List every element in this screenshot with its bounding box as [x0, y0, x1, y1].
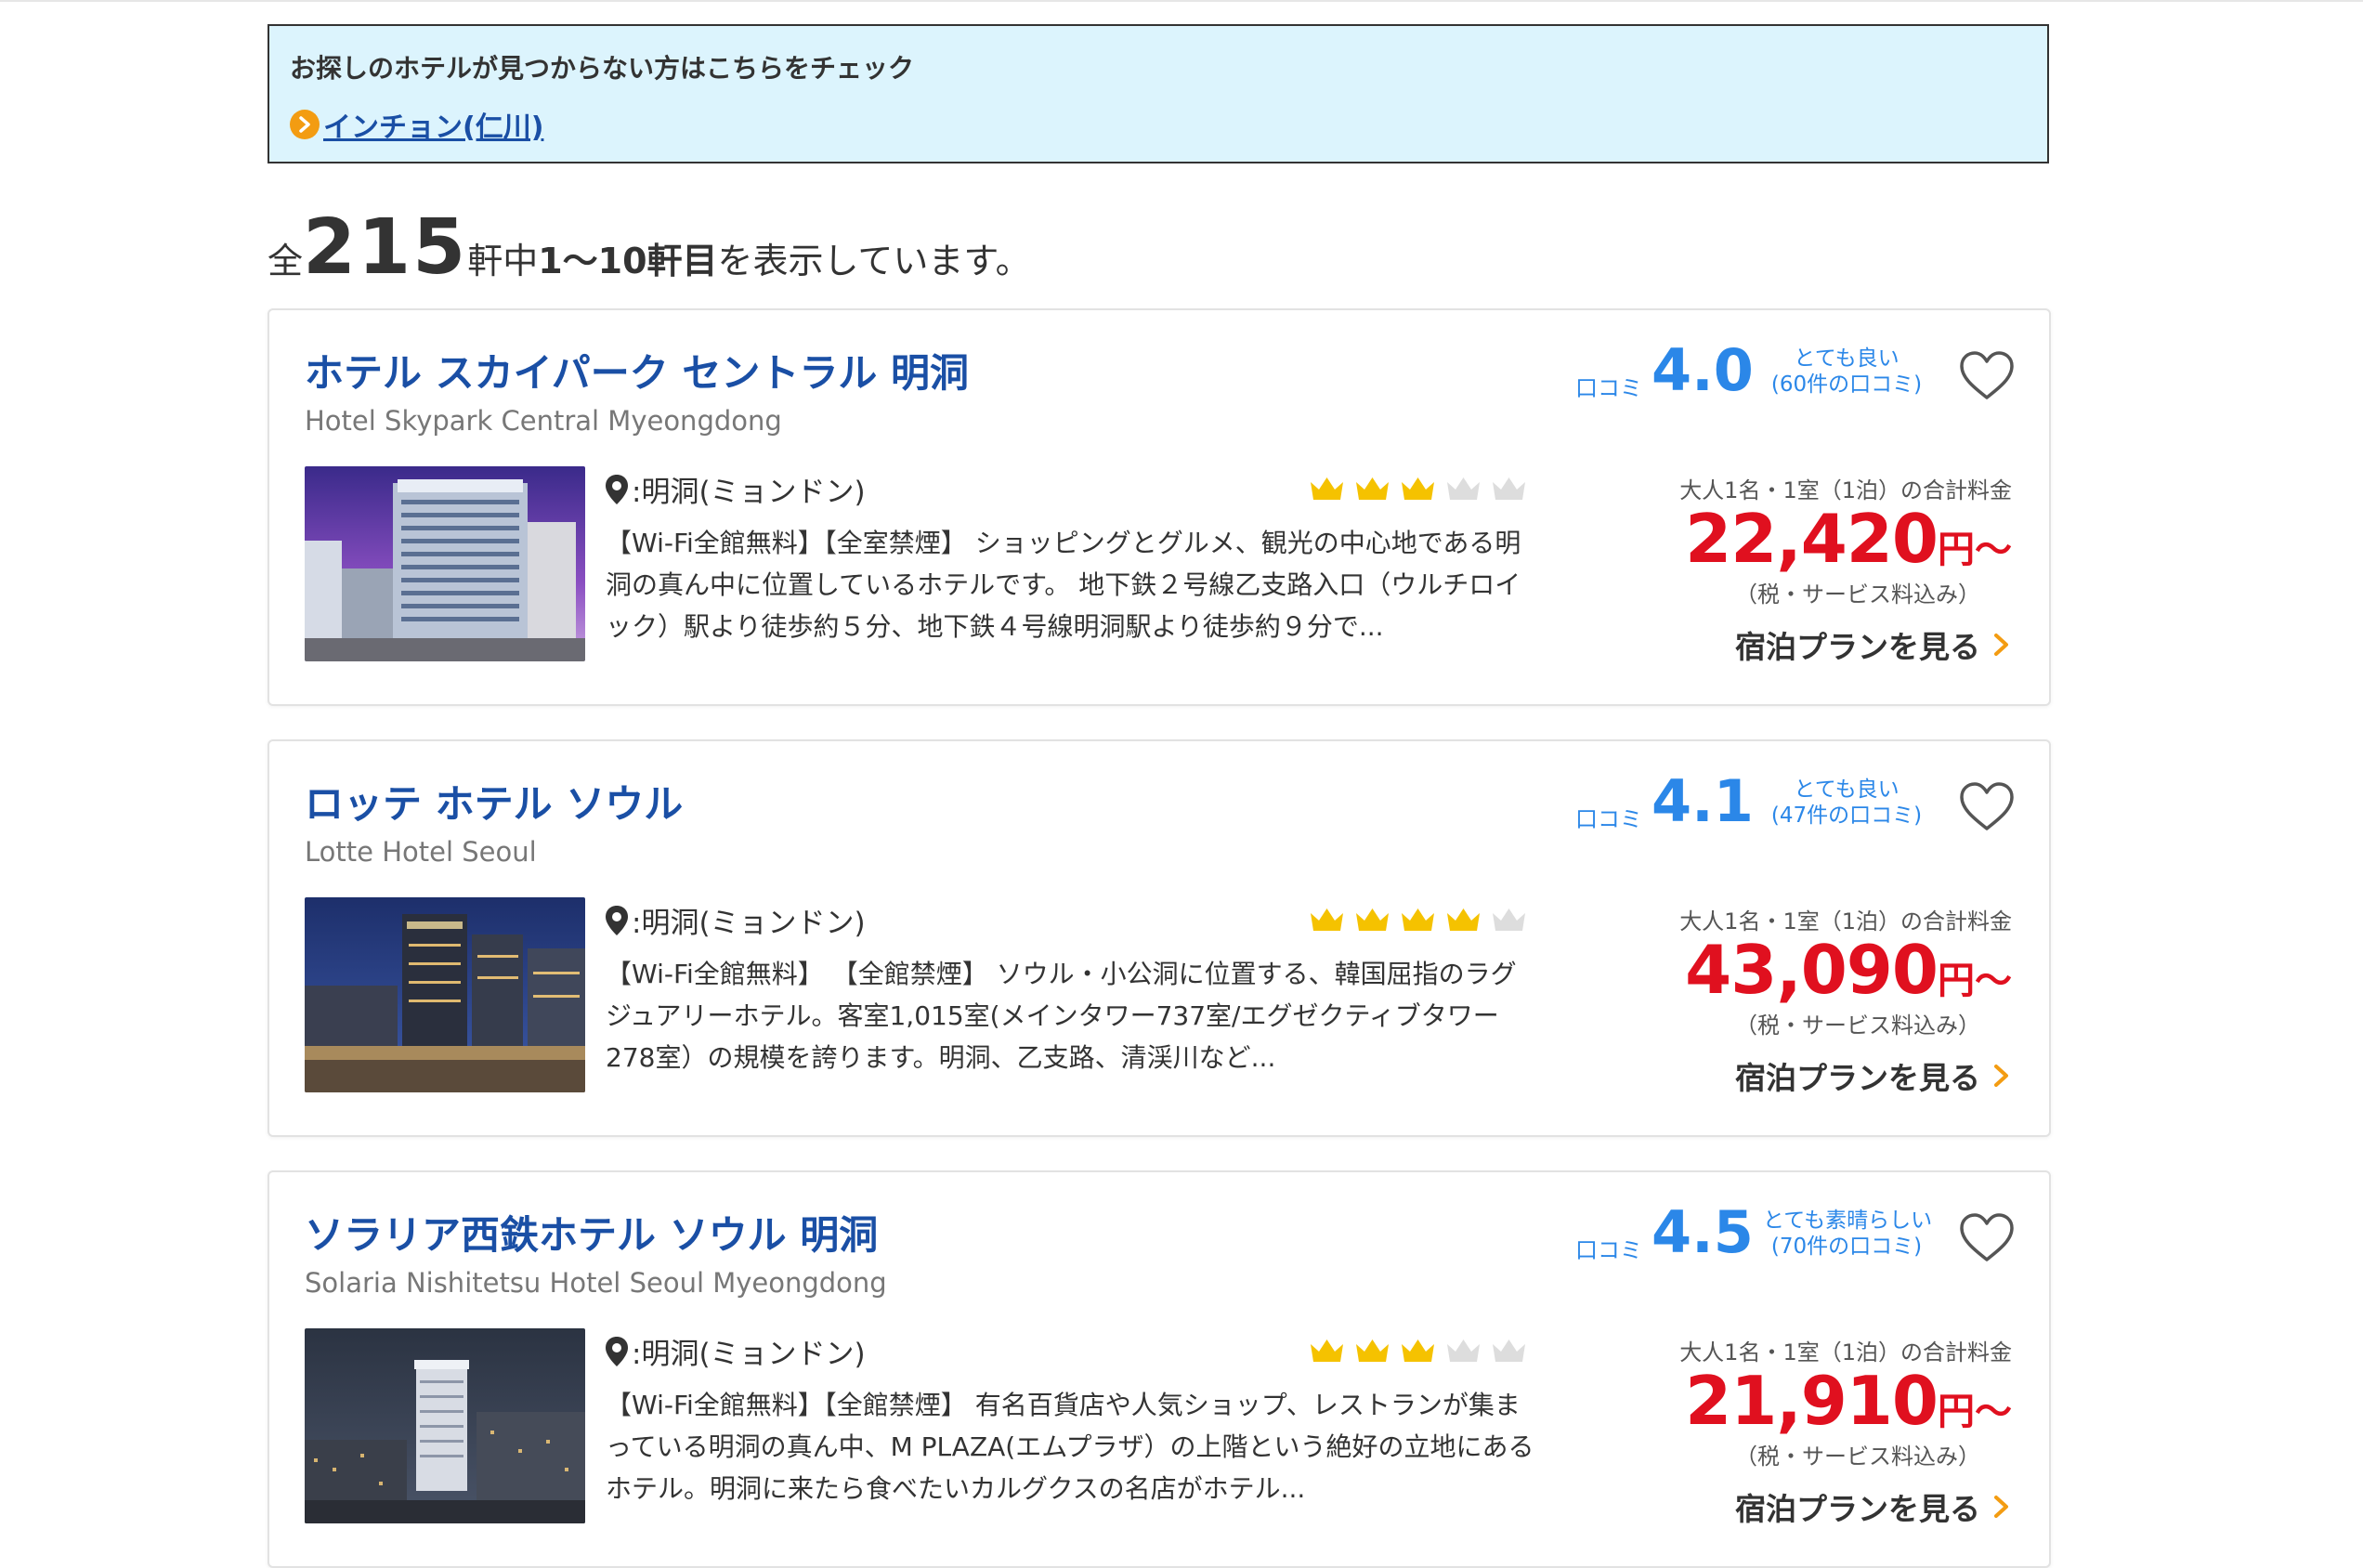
price-amount: 43,090	[1685, 931, 1939, 1009]
crown-icon	[1356, 1339, 1389, 1362]
hotel-card[interactable]: ロッテ ホテル ソウル Lotte Hotel Seoul 口コミ 4.1 とて…	[268, 739, 2051, 1137]
result-count-range: 1〜10軒目	[538, 241, 718, 281]
crown-icon	[1311, 908, 1343, 931]
favorite-heart-icon[interactable]	[1958, 349, 2016, 401]
hotel-description: 【Wi-Fi全館無料】【全館禁煙】 有名百貨店や人気ショップ、レストランが集まっ…	[606, 1390, 1534, 1504]
top-divider	[0, 0, 2363, 2]
chevron-right-icon	[1994, 1065, 2008, 1087]
hotel-name[interactable]: ソラリア西鉄ホテル ソウル 明洞	[305, 1204, 878, 1261]
crown-rating	[1308, 474, 1528, 503]
hotel-description: 【Wi-Fi全館無料】 【全館禁煙】 ソウル・小公洞に位置する、韓国屈指のラグジ…	[606, 959, 1517, 1073]
circle-chevron-right-icon	[290, 110, 320, 139]
result-count: 全 215 軒中 1〜10軒目 を表示しています。	[268, 210, 1031, 286]
hotel-photo[interactable]	[305, 466, 585, 661]
price: 22,420 円〜	[1685, 500, 2012, 578]
hotel-card[interactable]: ホテル スカイパーク セントラル 明洞 Hotel Skypark Centra…	[268, 308, 2051, 706]
location-text: :明洞(ミョンドン)	[632, 476, 866, 509]
rating-word: とても素晴らしい	[1763, 1209, 1933, 1233]
price-unit: 円〜	[1938, 529, 2012, 571]
chevron-right-icon	[1994, 1496, 2008, 1518]
hotel-photo[interactable]	[305, 1328, 585, 1523]
review-summary[interactable]: とても良い (60件の口コミ)	[1763, 346, 1930, 398]
hotel-name-en: Hotel Skypark Central Myeongdong	[305, 405, 782, 437]
notice-link-incheon[interactable]: インチョン(仁川)	[290, 104, 543, 145]
notice-title: お探しのホテルが見つからない方はこちらをチェック	[290, 53, 915, 84]
result-count-middle: 軒中	[467, 241, 539, 281]
tax-note: （税・サービス料込み）	[1735, 581, 1980, 608]
review-summary[interactable]: とても素晴らしい (70件の口コミ)	[1763, 1208, 1933, 1260]
view-plans-link[interactable]: 宿泊プランを見る	[1735, 622, 2012, 667]
review-score[interactable]: 4.1	[1651, 767, 1754, 836]
crown-icon	[1447, 908, 1480, 931]
price: 43,090 円〜	[1685, 931, 2012, 1009]
review-label: 口コミ	[1575, 375, 1642, 401]
hotel-photo[interactable]	[305, 897, 585, 1092]
review-label: 口コミ	[1575, 806, 1642, 832]
rating-word: とても良い	[1794, 346, 1900, 371]
chevron-right-icon	[1994, 634, 2008, 656]
hotel-location: :明洞(ミョンドン)	[604, 899, 866, 941]
view-plans-label: 宿泊プランを見る	[1735, 629, 1980, 665]
hotel-location: :明洞(ミョンドン)	[604, 468, 866, 510]
review-count: (60件の口コミ)	[1770, 372, 1923, 397]
review-summary[interactable]: とても良い (47件の口コミ)	[1763, 777, 1930, 829]
price: 21,910 円〜	[1685, 1362, 2012, 1440]
result-count-prefix: 全	[268, 241, 304, 281]
view-plans-label: 宿泊プランを見る	[1735, 1060, 1980, 1096]
price-unit: 円〜	[1938, 960, 2012, 1002]
hotel-name-en: Lotte Hotel Seoul	[305, 836, 537, 868]
map-pin-icon	[606, 1336, 628, 1366]
review-score[interactable]: 4.5	[1651, 1198, 1754, 1267]
hotel-not-found-notice: お探しのホテルが見つからない方はこちらをチェック インチョン(仁川)	[268, 24, 2049, 163]
view-plans-link[interactable]: 宿泊プランを見る	[1735, 1053, 2012, 1098]
tax-note: （税・サービス料込み）	[1735, 1444, 1980, 1470]
price-amount: 21,910	[1685, 1362, 1939, 1440]
price-unit: 円〜	[1938, 1391, 2012, 1433]
hotel-location: :明洞(ミョンドン)	[604, 1330, 866, 1372]
hotel-card[interactable]: ソラリア西鉄ホテル ソウル 明洞 Solaria Nishitetsu Hote…	[268, 1170, 2051, 1568]
crown-icon	[1402, 908, 1434, 931]
crown-icon	[1356, 908, 1389, 931]
review-score[interactable]: 4.0	[1651, 336, 1754, 405]
result-count-suffix: を表示しています。	[717, 241, 1031, 281]
rating-word: とても良い	[1794, 777, 1900, 802]
price-amount: 22,420	[1685, 500, 1939, 578]
view-plans-label: 宿泊プランを見る	[1735, 1491, 1980, 1527]
location-text: :明洞(ミョンドン)	[632, 907, 866, 940]
crown-icon	[1311, 477, 1343, 500]
view-plans-link[interactable]: 宿泊プランを見る	[1735, 1484, 2012, 1529]
crown-rating	[1308, 905, 1528, 934]
result-count-total: 215	[303, 203, 468, 292]
hotel-description: 【Wi-Fi全館無料】【全室禁煙】 ショッピングとグルメ、観光の中心地である明洞…	[606, 528, 1521, 642]
review-count: (70件の口コミ)	[1770, 1235, 1923, 1259]
crown-icon	[1402, 1339, 1434, 1362]
crown-icon	[1447, 1339, 1480, 1362]
crown-icon	[1402, 477, 1434, 500]
hotel-name[interactable]: ホテル スカイパーク セントラル 明洞	[305, 342, 969, 399]
favorite-heart-icon[interactable]	[1958, 1211, 2016, 1263]
crown-icon	[1493, 908, 1525, 931]
crown-icon	[1447, 477, 1480, 500]
hotel-name[interactable]: ロッテ ホテル ソウル	[305, 773, 683, 830]
hotel-name-en: Solaria Nishitetsu Hotel Seoul Myeongdon…	[305, 1267, 887, 1299]
location-text: :明洞(ミョンドン)	[632, 1338, 866, 1371]
favorite-heart-icon[interactable]	[1958, 780, 2016, 832]
crown-icon	[1311, 1339, 1343, 1362]
map-pin-icon	[606, 905, 628, 935]
map-pin-icon	[606, 474, 628, 504]
review-count: (47件の口コミ)	[1770, 804, 1923, 828]
crown-icon	[1493, 1339, 1525, 1362]
crown-icon	[1493, 477, 1525, 500]
crown-icon	[1356, 477, 1389, 500]
notice-link-label: インチョン(仁川)	[323, 111, 544, 144]
crown-rating	[1308, 1336, 1528, 1365]
tax-note: （税・サービス料込み）	[1735, 1013, 1980, 1039]
review-label: 口コミ	[1575, 1237, 1642, 1263]
